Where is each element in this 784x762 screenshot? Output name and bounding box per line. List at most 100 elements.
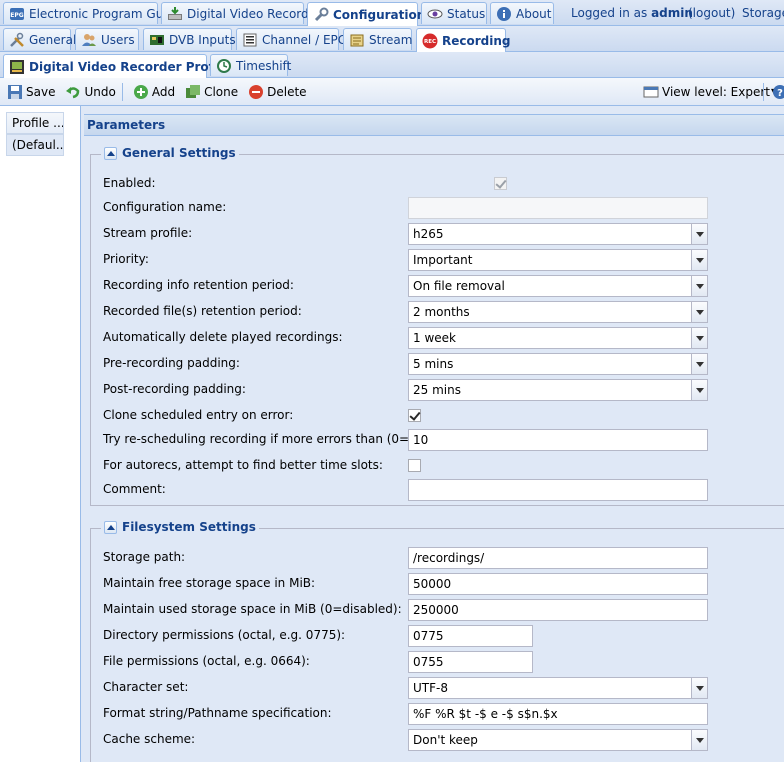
pre-padding-select[interactable]: 5 mins [408, 353, 708, 375]
field-label: Format string/Pathname specification: [103, 706, 332, 720]
auto-delete-select[interactable]: 1 week [408, 327, 708, 349]
comment-input[interactable] [408, 479, 708, 501]
priority-select[interactable]: Important [408, 249, 708, 271]
field-label: Priority: [103, 252, 149, 266]
used-space-input[interactable]: 250000 [408, 599, 708, 621]
field-label: Comment: [103, 482, 166, 496]
collapse-toggle-icon[interactable] [104, 520, 117, 534]
add-label: Add [151, 84, 176, 99]
svg-text:?: ? [777, 88, 783, 99]
view-level-button[interactable]: View level: Expert ▼ [640, 84, 780, 100]
tab-stream[interactable]: Stream [343, 28, 412, 50]
clone-button[interactable]: Clone [182, 84, 241, 100]
row-retry: Try re-scheduling recording if more erro… [91, 429, 784, 451]
help-button[interactable]: ? [769, 84, 784, 100]
enabled-checkbox[interactable] [494, 177, 507, 190]
free-space-input[interactable]: 50000 [408, 573, 708, 595]
file-retention-select[interactable]: 2 months [408, 301, 708, 323]
retry-input[interactable]: 10 [408, 429, 708, 451]
tab-general[interactable]: General [3, 28, 76, 50]
tab-users[interactable]: Users [75, 28, 139, 50]
tab-about[interactable]: About [490, 2, 554, 24]
select-value: On file removal [413, 279, 505, 293]
select-value: Important [413, 253, 473, 267]
select-value: h265 [413, 227, 444, 241]
tab-recording[interactable]: REC Recording [416, 28, 511, 52]
chevron-down-icon[interactable] [691, 730, 707, 750]
cache-select[interactable]: Don't keep [408, 729, 708, 751]
stream-icon [349, 32, 365, 48]
chevron-down-icon[interactable] [691, 328, 707, 348]
delete-label: Delete [267, 84, 307, 99]
wrench-icon [313, 7, 329, 23]
select-value: UTF-8 [413, 681, 448, 695]
file-perms-input[interactable]: 0755 [408, 651, 533, 673]
tab-dvr-profiles[interactable]: Digital Video Recorder Profiles [3, 54, 237, 78]
collapse-toggle-icon[interactable] [104, 146, 117, 160]
tab-configuration[interactable]: Configuration [307, 2, 425, 26]
tab-label: Configuration [333, 7, 426, 22]
chevron-down-icon[interactable] [691, 224, 707, 244]
row-clone-on-error: Clone scheduled entry on error: [91, 405, 784, 427]
tab-timeshift[interactable]: Timeshift [210, 54, 292, 76]
epg-icon: EPG [9, 6, 25, 22]
tab-label: Timeshift [236, 58, 292, 73]
tab-epg[interactable]: EPG Electronic Program Guide [3, 2, 182, 24]
autorec-slots-checkbox[interactable] [408, 459, 421, 472]
general-settings-legend[interactable]: General Settings [101, 146, 239, 160]
post-padding-select[interactable]: 25 mins [408, 379, 708, 401]
chevron-down-icon[interactable] [691, 250, 707, 270]
row-cache: Cache scheme: Don't keep [91, 729, 784, 751]
row-free-space: Maintain free storage space in MiB: 5000… [91, 573, 784, 595]
eye-icon [427, 6, 443, 22]
select-value: 1 week [413, 331, 456, 345]
profile-list-item[interactable]: (Defaul... [6, 134, 64, 156]
stream-profile-select[interactable]: h265 [408, 223, 708, 245]
field-label: Cache scheme: [103, 732, 196, 746]
tab-status[interactable]: Status [421, 2, 487, 24]
chevron-down-icon[interactable] [691, 678, 707, 698]
tab-label: DVB Inputs [169, 32, 236, 47]
chevron-down-icon[interactable] [691, 380, 707, 400]
info-icon [496, 6, 512, 22]
row-used-space: Maintain used storage space in MiB (0=di… [91, 599, 784, 621]
field-label: File permissions (octal, e.g. 0664): [103, 654, 310, 668]
info-retention-select[interactable]: On file removal [408, 275, 708, 297]
toolbar-separator [763, 82, 764, 101]
chevron-down-icon[interactable] [691, 302, 707, 322]
select-value: 5 mins [413, 357, 454, 371]
add-button[interactable]: Add [130, 84, 178, 100]
profile-column-header[interactable]: Profile ... [6, 112, 64, 134]
tab-dvr[interactable]: Digital Video Recorder [161, 2, 321, 24]
tab-label: Users [101, 32, 135, 47]
select-value: Don't keep [413, 733, 478, 747]
undo-label: Undo [84, 84, 116, 99]
recording-sub-tab-bar: Digital Video Recorder Profiles Timeshif… [0, 52, 784, 78]
svg-text:EPG: EPG [10, 12, 23, 19]
undo-button[interactable]: Undo [62, 84, 118, 100]
save-button[interactable]: Save [4, 84, 58, 100]
chevron-down-icon[interactable] [691, 276, 707, 296]
delete-button[interactable]: Delete [245, 84, 309, 100]
delete-icon [248, 84, 264, 100]
dir-perms-input[interactable]: 0775 [408, 625, 533, 647]
svg-text:REC: REC [424, 39, 436, 45]
filesystem-settings-legend[interactable]: Filesystem Settings [101, 520, 259, 534]
row-format: Format string/Pathname specification: %F… [91, 703, 784, 725]
config-name-input[interactable] [408, 197, 708, 219]
chevron-down-icon[interactable] [691, 354, 707, 374]
tab-dvb-inputs[interactable]: DVB Inputs [143, 28, 236, 50]
field-label: Character set: [103, 680, 189, 694]
storage-path-input[interactable]: /recordings/ [408, 547, 708, 569]
clone-on-error-checkbox[interactable] [408, 409, 421, 422]
field-label: Automatically delete played recordings: [103, 330, 343, 344]
dvr-profile-icon [9, 59, 25, 75]
login-user: admin [651, 6, 693, 20]
tab-channel-epg[interactable]: Channel / EPG [236, 28, 347, 50]
charset-select[interactable]: UTF-8 [408, 677, 708, 699]
format-input[interactable]: %F %R $t -$ e -$ s$n.$x [408, 703, 708, 725]
row-dir-perms: Directory permissions (octal, e.g. 0775)… [91, 625, 784, 647]
row-pre-padding: Pre-recording padding: 5 mins [91, 353, 784, 375]
logout-link[interactable]: (logout) [688, 0, 735, 26]
tab-label: Status [447, 6, 486, 21]
